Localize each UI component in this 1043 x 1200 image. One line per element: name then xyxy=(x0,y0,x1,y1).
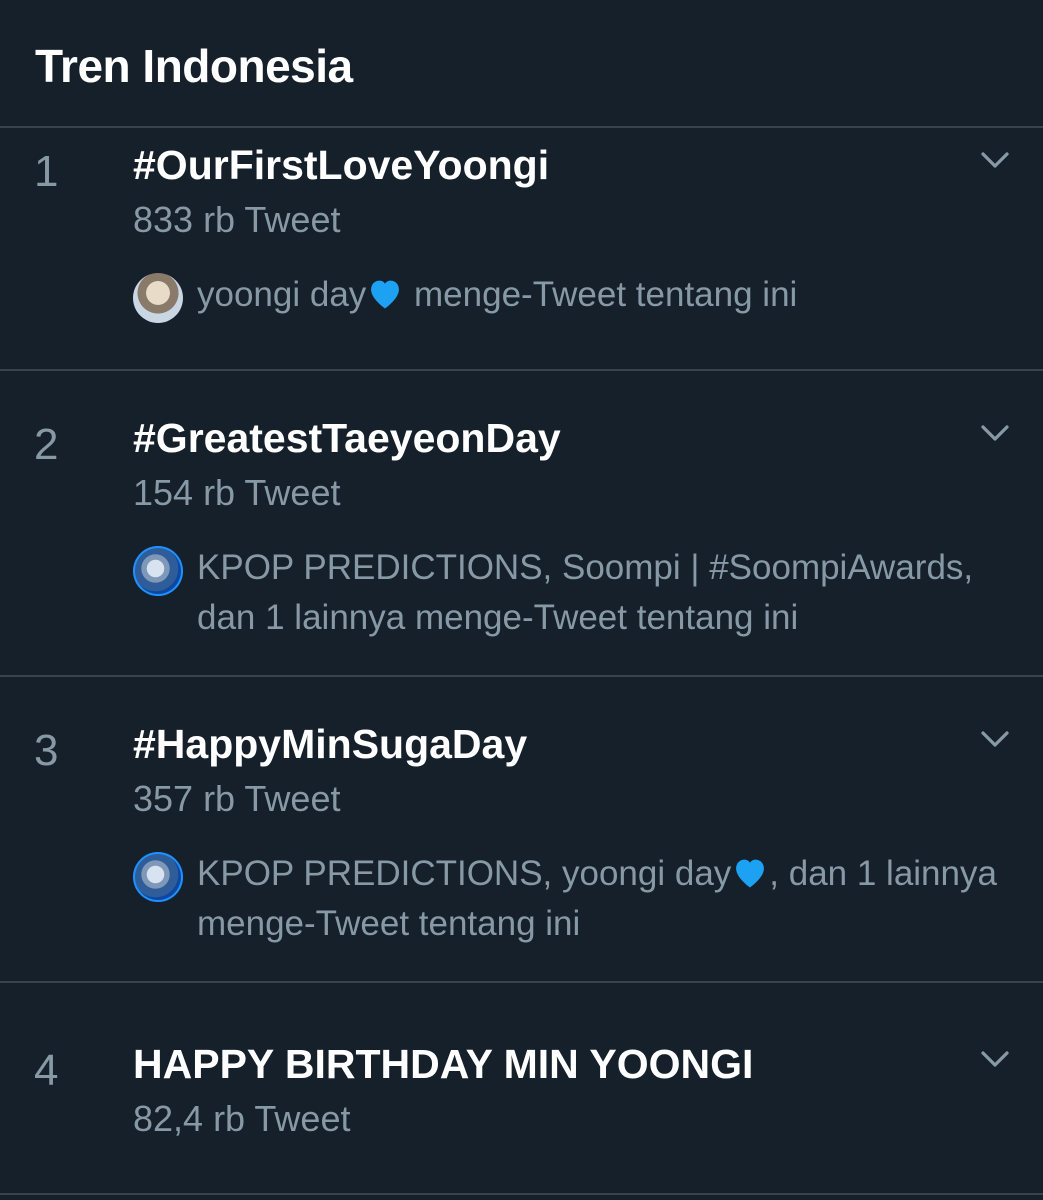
trend-item-3[interactable]: 3 #HappyMinSugaDay 357 rb Tweet KPOP PRE… xyxy=(0,677,1043,983)
trend-item-1[interactable]: 1 #OurFirstLoveYoongi 833 rb Tweet yoong… xyxy=(0,128,1043,371)
page-title: Tren Indonesia xyxy=(35,40,353,92)
chevron-down-icon[interactable] xyxy=(977,142,1013,178)
trend-name[interactable]: #HappyMinSugaDay xyxy=(133,719,527,769)
trend-rank: 4 xyxy=(34,1046,59,1095)
trend-context: KPOP PREDICTIONS, yoongi day, dan 1 lain… xyxy=(133,849,1013,949)
context-text-before: yoongi day xyxy=(197,275,367,314)
context-text: KPOP PREDICTIONS, Soompi | #SoompiAwards… xyxy=(197,548,974,637)
tweet-count: 82,4 rb Tweet xyxy=(133,1098,351,1139)
trend-context: yoongi day menge-Tweet tentang ini xyxy=(133,270,1013,323)
blue-heart-icon xyxy=(371,280,400,309)
trend-name[interactable]: HAPPY BIRTHDAY MIN YOONGI xyxy=(133,1039,753,1089)
context-text: KPOP PREDICTIONS, yoongi day, dan 1 lain… xyxy=(197,849,1013,949)
avatar xyxy=(133,852,183,902)
avatar xyxy=(133,546,183,596)
trend-rank: 1 xyxy=(34,147,59,196)
chevron-down-icon[interactable] xyxy=(977,1041,1013,1077)
trends-page: Tren Indonesia 1 #OurFirstLoveYoongi 833… xyxy=(0,0,1043,1200)
context-text-after: menge-Tweet tentang ini xyxy=(404,275,798,314)
tweet-count: 833 rb Tweet xyxy=(133,199,341,240)
trend-name[interactable]: #GreatestTaeyeonDay xyxy=(133,413,561,463)
blue-heart-icon xyxy=(736,859,765,888)
context-text: yoongi day menge-Tweet tentang ini xyxy=(197,270,1013,320)
trends-header: Tren Indonesia xyxy=(0,0,1043,128)
trend-rank: 3 xyxy=(34,726,59,775)
trend-item-4[interactable]: 4 HAPPY BIRTHDAY MIN YOONGI 82,4 rb Twee… xyxy=(0,983,1043,1195)
chevron-down-icon[interactable] xyxy=(977,415,1013,451)
chevron-down-icon[interactable] xyxy=(977,721,1013,757)
trend-item-2[interactable]: 2 #GreatestTaeyeonDay 154 rb Tweet KPOP … xyxy=(0,371,1043,677)
trend-name[interactable]: #OurFirstLoveYoongi xyxy=(133,140,549,190)
context-text-before: KPOP PREDICTIONS, yoongi day xyxy=(197,854,732,893)
trend-context: KPOP PREDICTIONS, Soompi | #SoompiAwards… xyxy=(133,543,1013,643)
avatar xyxy=(133,273,183,323)
tweet-count: 154 rb Tweet xyxy=(133,472,341,513)
tweet-count: 357 rb Tweet xyxy=(133,778,341,819)
trend-rank: 2 xyxy=(34,420,59,469)
